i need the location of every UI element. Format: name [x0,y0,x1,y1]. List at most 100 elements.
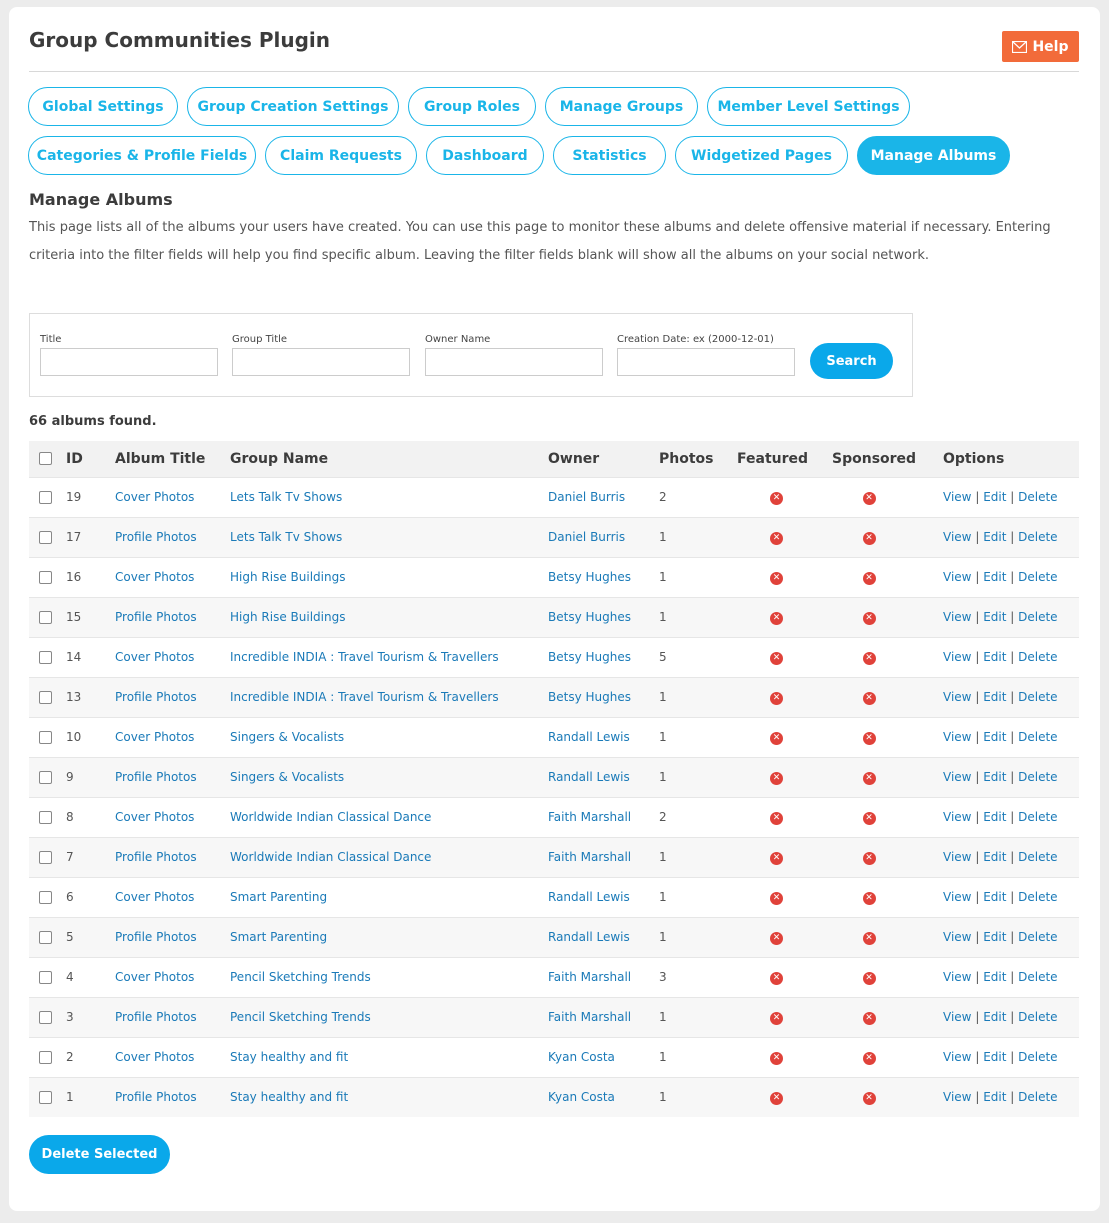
row-checkbox[interactable] [39,1090,52,1104]
tab-widgetized-pages[interactable]: Widgetized Pages [675,136,848,175]
search-button[interactable]: Search [810,343,893,379]
row-checkbox[interactable] [39,970,52,984]
header-owner[interactable]: Owner [548,441,659,477]
owner-link[interactable]: Faith Marshall [548,810,631,824]
group-name-link[interactable]: High Rise Buildings [230,570,345,584]
edit-link[interactable]: Edit [983,650,1006,664]
album-title-link[interactable]: Profile Photos [115,1090,197,1104]
album-title-link[interactable]: Cover Photos [115,890,194,904]
group-name-link[interactable]: Lets Talk Tv Shows [230,530,342,544]
edit-link[interactable]: Edit [983,970,1006,984]
delete-link[interactable]: Delete [1018,1050,1057,1064]
row-checkbox[interactable] [39,490,52,504]
x-circle-icon[interactable]: ✕ [862,532,876,545]
x-circle-icon[interactable]: ✕ [862,972,876,985]
album-title-link[interactable]: Profile Photos [115,850,197,864]
row-checkbox[interactable] [39,690,52,704]
owner-link[interactable]: Daniel Burris [548,490,625,504]
x-circle-icon[interactable]: ✕ [770,692,783,705]
edit-link[interactable]: Edit [983,890,1006,904]
view-link[interactable]: View [943,1010,971,1024]
group-name-link[interactable]: Incredible INDIA : Travel Tourism & Trav… [230,650,499,664]
view-link[interactable]: View [943,930,971,944]
x-circle-icon[interactable]: ✕ [862,892,876,905]
view-link[interactable]: View [943,770,971,784]
owner-link[interactable]: Kyan Costa [548,1090,615,1104]
x-circle-icon[interactable]: ✕ [770,572,783,585]
x-circle-icon[interactable]: ✕ [770,1052,783,1065]
album-title-link[interactable]: Profile Photos [115,610,197,624]
owner-link[interactable]: Betsy Hughes [548,610,631,624]
view-link[interactable]: View [943,730,971,744]
album-title-link[interactable]: Cover Photos [115,1050,194,1064]
x-circle-icon[interactable]: ✕ [862,652,876,665]
owner-name-input[interactable] [425,348,603,376]
x-circle-icon[interactable]: ✕ [770,532,783,545]
x-circle-icon[interactable]: ✕ [862,1092,876,1106]
group-name-link[interactable]: Smart Parenting [230,890,327,904]
help-button[interactable]: Help [1002,31,1079,62]
edit-link[interactable]: Edit [983,810,1006,824]
view-link[interactable]: View [943,530,971,544]
header-featured[interactable]: Featured [737,441,832,477]
group-name-link[interactable]: Stay healthy and fit [230,1090,348,1104]
owner-link[interactable]: Faith Marshall [548,970,631,984]
view-link[interactable]: View [943,650,971,664]
view-link[interactable]: View [943,970,971,984]
tab-member-level-settings[interactable]: Member Level Settings [707,87,910,126]
tab-categories-profile-fields[interactable]: Categories & Profile Fields [28,136,256,175]
x-circle-icon[interactable]: ✕ [770,732,783,745]
delete-link[interactable]: Delete [1018,570,1057,584]
owner-link[interactable]: Betsy Hughes [548,650,631,664]
edit-link[interactable]: Edit [983,770,1006,784]
delete-link[interactable]: Delete [1018,770,1057,784]
x-circle-icon[interactable]: ✕ [862,732,876,745]
delete-link[interactable]: Delete [1018,610,1057,624]
edit-link[interactable]: Edit [983,930,1006,944]
edit-link[interactable]: Edit [983,730,1006,744]
tab-global-settings[interactable]: Global Settings [28,87,178,126]
group-title-input[interactable] [232,348,410,376]
row-checkbox[interactable] [39,730,52,744]
view-link[interactable]: View [943,490,971,504]
delete-selected-button[interactable]: Delete Selected [29,1135,170,1174]
select-all-checkbox[interactable] [39,452,52,466]
group-name-link[interactable]: Pencil Sketching Trends [230,970,371,984]
header-album-title[interactable]: Album Title [115,441,230,477]
x-circle-icon[interactable]: ✕ [770,892,783,905]
x-circle-icon[interactable]: ✕ [770,972,783,985]
row-checkbox[interactable] [39,570,52,584]
group-name-link[interactable]: Pencil Sketching Trends [230,1010,371,1024]
row-checkbox[interactable] [39,610,52,624]
group-name-link[interactable]: Lets Talk Tv Shows [230,490,342,504]
album-title-link[interactable]: Profile Photos [115,1010,197,1024]
edit-link[interactable]: Edit [983,850,1006,864]
owner-link[interactable]: Daniel Burris [548,530,625,544]
delete-link[interactable]: Delete [1018,930,1057,944]
delete-link[interactable]: Delete [1018,530,1057,544]
owner-link[interactable]: Randall Lewis [548,890,630,904]
delete-link[interactable]: Delete [1018,690,1057,704]
delete-link[interactable]: Delete [1018,1010,1057,1024]
x-circle-icon[interactable]: ✕ [770,812,783,825]
album-title-link[interactable]: Profile Photos [115,770,197,784]
view-link[interactable]: View [943,1050,971,1064]
group-name-link[interactable]: Singers & Vocalists [230,770,344,784]
row-checkbox[interactable] [39,890,52,904]
x-circle-icon[interactable]: ✕ [862,932,876,945]
row-checkbox[interactable] [39,530,52,544]
x-circle-icon[interactable]: ✕ [862,772,876,785]
owner-link[interactable]: Betsy Hughes [548,570,631,584]
owner-link[interactable]: Faith Marshall [548,1010,631,1024]
tab-group-roles[interactable]: Group Roles [408,87,536,126]
album-title-link[interactable]: Cover Photos [115,650,194,664]
view-link[interactable]: View [943,890,971,904]
header-group-name[interactable]: Group Name [230,441,548,477]
row-checkbox[interactable] [39,930,52,944]
album-title-link[interactable]: Profile Photos [115,530,197,544]
x-circle-icon[interactable]: ✕ [770,652,783,665]
delete-link[interactable]: Delete [1018,850,1057,864]
x-circle-icon[interactable]: ✕ [862,692,876,705]
x-circle-icon[interactable]: ✕ [770,772,783,785]
album-title-link[interactable]: Cover Photos [115,730,194,744]
